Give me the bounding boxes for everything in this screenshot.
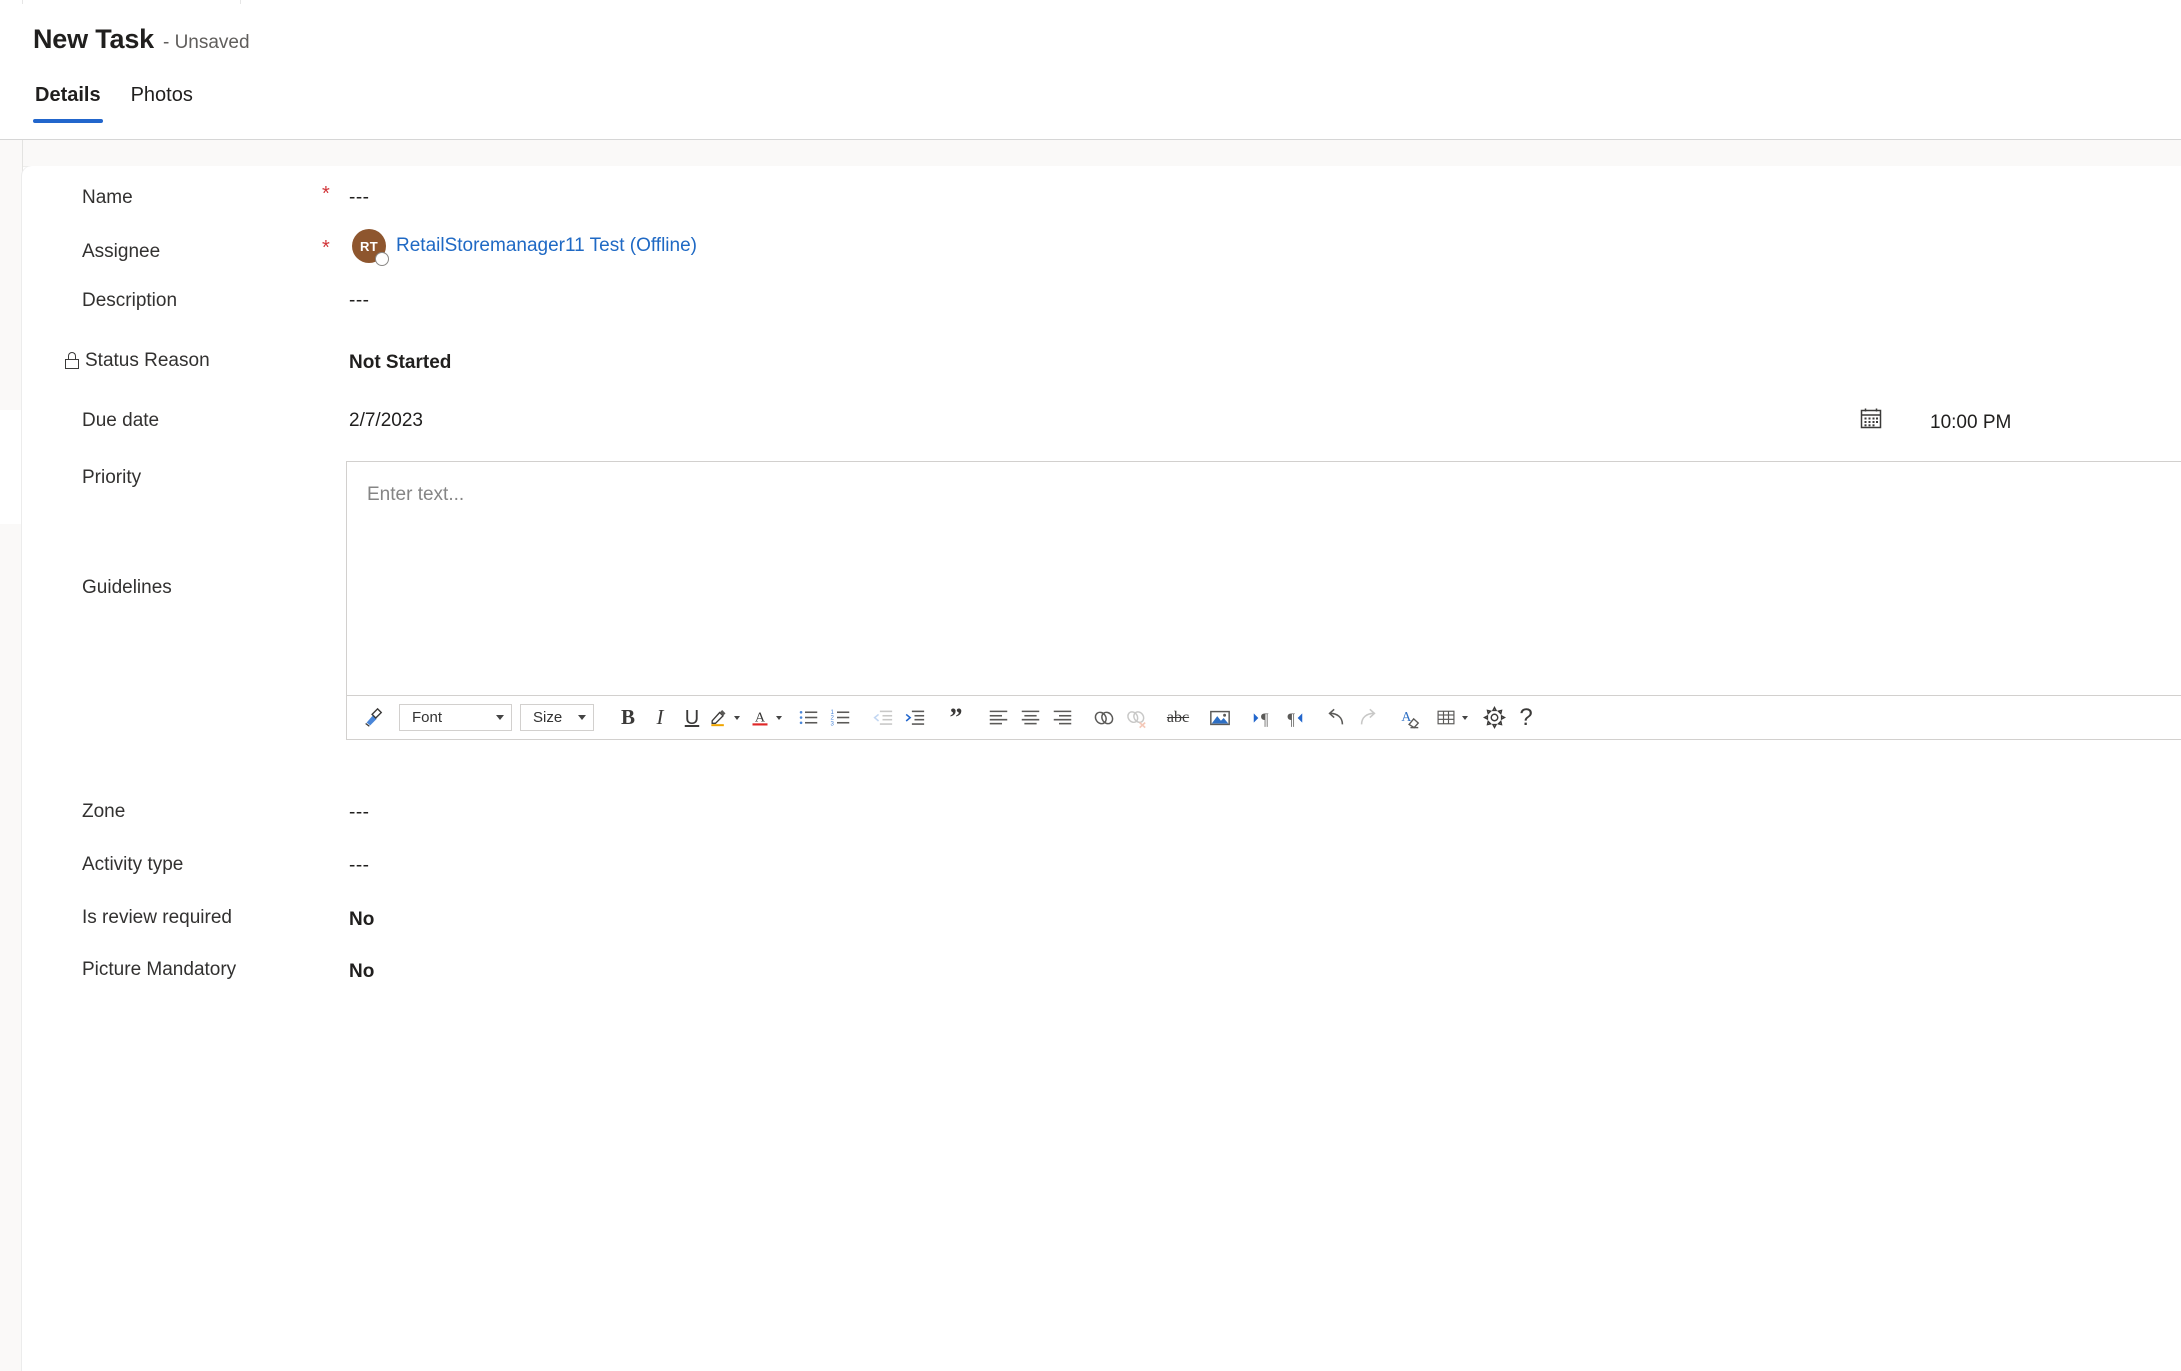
field-label-picture-mandatory: Picture Mandatory [82,959,237,980]
avatar: RT [352,229,389,266]
undo-icon[interactable] [1320,702,1352,734]
insert-link-icon[interactable] [1088,702,1120,734]
field-value-description[interactable]: --- [349,291,369,310]
strikethrough-icon[interactable]: abc [1162,702,1194,734]
field-label-zone: Zone [82,801,126,822]
field-label-status-reason: Status Reason [65,351,210,370]
tab-details[interactable]: Details [33,84,103,123]
rich-text-placeholder: Enter text... [367,484,465,505]
calendar-icon[interactable] [1859,406,1883,430]
format-painter-icon[interactable] [357,702,389,734]
field-row-picture-mandatory: Picture Mandatory No [22,936,2181,1010]
field-label-status-reason-text: Status Reason [85,350,210,371]
font-size-select-label: Size [533,709,563,726]
table-icon[interactable] [1436,702,1468,734]
field-value-name[interactable]: --- [349,188,369,207]
field-label-name: Name [82,187,133,208]
rich-text-toolbar: Font Size B I U A 1 2 3 ” abc ¶ ¶ A ? [347,695,2181,739]
required-indicator-assignee: * [322,237,330,259]
form-header: New Task - Unsaved Details Photos [0,4,2181,143]
field-value-zone[interactable]: --- [349,803,369,822]
align-center-icon[interactable] [1014,702,1046,734]
field-label-guidelines: Guidelines [82,577,172,598]
highlight-icon[interactable] [708,702,740,734]
settings-gear-icon[interactable] [1478,702,1510,734]
rich-text-content-area[interactable]: Enter text... [347,462,2181,697]
left-rail [0,140,23,1371]
chevron-down-icon [734,715,740,720]
field-value-status-reason: Not Started [349,352,452,373]
tab-photos-label: Photos [130,84,193,106]
ltr-icon[interactable]: ¶ [1246,702,1278,734]
field-value-is-review-required[interactable]: No [349,910,374,929]
bold-icon[interactable]: B [612,702,644,734]
chevron-down-icon [776,715,782,720]
underline-icon[interactable]: U [676,702,708,734]
assignee-link[interactable]: RetailStoremanager11 Test (Offline) [396,235,697,257]
field-value-activity-type[interactable]: --- [349,856,369,875]
tab-details-label: Details [35,84,101,106]
record-title: New Task [33,24,154,54]
font-family-select-label: Font [412,709,443,726]
field-row-description: Description --- [22,271,2181,333]
field-value-picture-mandatory[interactable]: No [349,962,374,981]
align-left-icon[interactable] [982,702,1014,734]
field-value-assignee[interactable]: RT RetailStoremanager11 Test (Offline) [352,229,697,266]
svg-text:A: A [755,710,766,726]
field-label-description: Description [82,290,178,311]
form-tabs: Details Photos [33,84,195,123]
font-size-select[interactable]: Size [520,704,594,731]
chevron-down-icon [578,715,586,720]
blockquote-icon[interactable]: ” [940,702,972,734]
app-shell: New Task - Unsaved Details Photos Name *… [0,0,2181,1371]
svg-text:A: A [1401,708,1411,723]
field-value-due-date[interactable]: 2/7/2023 [349,411,423,430]
increase-indent-icon[interactable] [898,702,930,734]
field-value-due-time[interactable]: 10:00 PM [1930,412,2011,434]
redo-icon[interactable] [1352,702,1384,734]
align-right-icon[interactable] [1046,702,1078,734]
bulleted-list-icon[interactable] [792,702,824,734]
field-label-is-review-required: Is review required [82,907,232,928]
tab-photos[interactable]: Photos [129,84,195,123]
insert-image-icon[interactable] [1204,702,1236,734]
header-subbar [0,140,2181,167]
presence-offline-icon [375,252,389,266]
field-label-due-date: Due date [82,410,160,431]
svg-text:¶: ¶ [1288,709,1296,728]
font-family-select[interactable]: Font [399,704,512,731]
decrease-indent-icon[interactable] [866,702,898,734]
page-title: New Task - Unsaved [33,24,250,55]
record-save-state: - Unsaved [162,32,250,53]
numbered-list-icon[interactable]: 123 [824,702,856,734]
clear-formatting-icon[interactable]: A [1394,702,1426,734]
field-label-assignee: Assignee [82,241,161,262]
rtl-icon[interactable]: ¶ [1278,702,1310,734]
field-label-activity-type: Activity type [82,854,184,875]
guidelines-rich-text-editor[interactable]: Enter text... Font Size B I U A 1 2 3 ” … [346,461,2181,740]
font-color-icon[interactable]: A [750,702,782,734]
unlink-icon[interactable] [1120,702,1152,734]
svg-text:3: 3 [830,720,834,727]
required-indicator-name: * [322,183,330,205]
italic-icon[interactable]: I [644,702,676,734]
lock-icon [65,352,79,369]
form-body-card: Name * --- Assignee * RT RetailStoremana… [22,166,2181,1371]
chevron-down-icon [496,715,504,720]
vertical-scrollbar-thumb[interactable] [0,410,21,524]
field-label-priority: Priority [82,467,142,488]
svg-text:¶: ¶ [1261,709,1269,728]
help-icon[interactable]: ? [1510,702,1542,734]
chevron-down-icon [1462,715,1468,720]
